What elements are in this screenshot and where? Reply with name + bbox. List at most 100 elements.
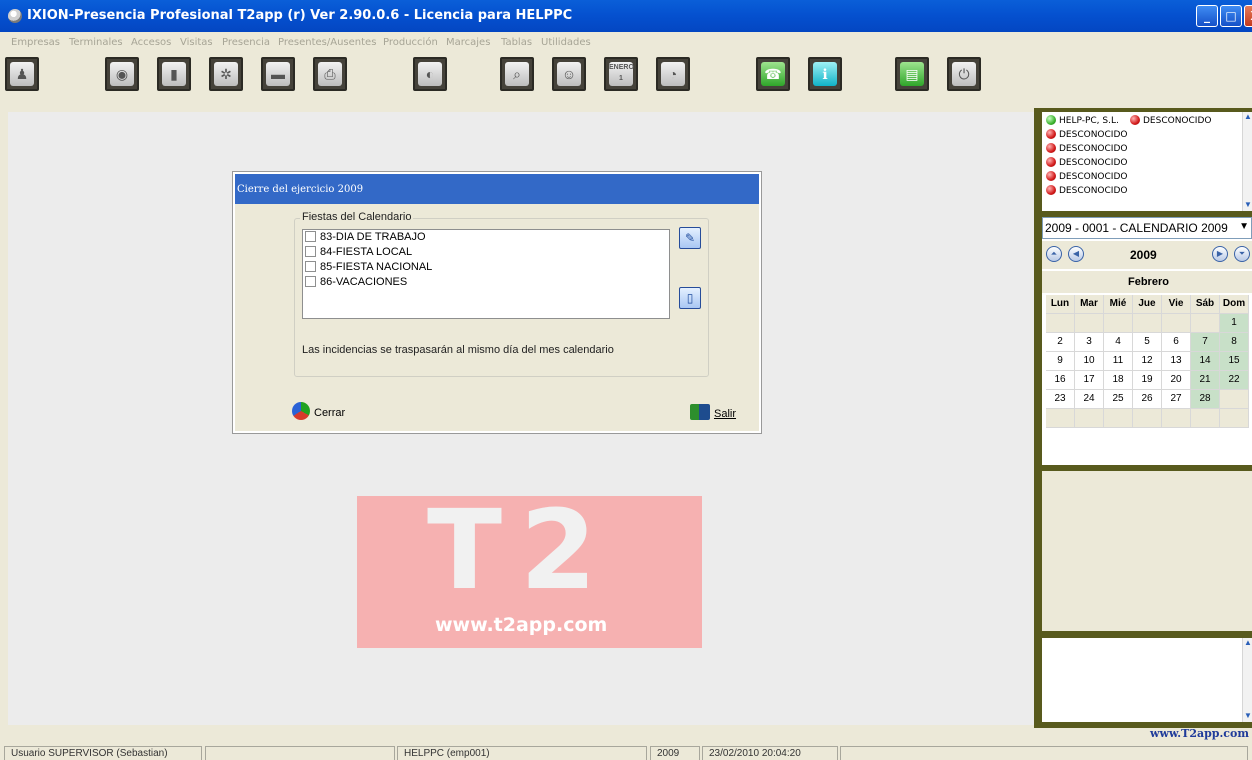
print-button[interactable]: ⎙ bbox=[313, 57, 347, 91]
maximize-button[interactable]: □ bbox=[1220, 5, 1242, 27]
new-button[interactable]: ▯ bbox=[679, 287, 701, 309]
checkbox[interactable] bbox=[305, 276, 316, 287]
scroll-down-icon[interactable]: ▼ bbox=[1243, 711, 1252, 721]
calendar-day[interactable]: 1 bbox=[1220, 314, 1249, 333]
card-reader-button[interactable]: ▬ bbox=[261, 57, 295, 91]
calendar-day[interactable]: 5 bbox=[1133, 333, 1162, 352]
badge-button[interactable]: ▮ bbox=[157, 57, 191, 91]
scroll-up-icon[interactable]: ▲ bbox=[1243, 112, 1252, 122]
calendar-day[interactable]: 23 bbox=[1046, 390, 1075, 409]
calendar-day[interactable]: 14 bbox=[1191, 352, 1220, 371]
calendar-empty-cell[interactable] bbox=[1133, 409, 1162, 428]
menu-terminales[interactable]: Terminales bbox=[69, 37, 123, 48]
company-row[interactable]: DESCONOCIDO bbox=[1046, 185, 1127, 196]
company-row[interactable]: DESCONOCIDO bbox=[1046, 157, 1127, 168]
minimize-button[interactable]: _ bbox=[1196, 5, 1218, 27]
checkbox[interactable] bbox=[305, 246, 316, 257]
next-year-icon[interactable]: ▶ bbox=[1212, 246, 1228, 262]
calendar-day[interactable]: 11 bbox=[1104, 352, 1133, 371]
calendar-empty-cell[interactable] bbox=[1133, 314, 1162, 333]
settings-button[interactable]: ✲ bbox=[209, 57, 243, 91]
calendar-day[interactable]: 16 bbox=[1046, 371, 1075, 390]
phone-button[interactable]: ☎ bbox=[756, 57, 790, 91]
person-button[interactable]: ☺ bbox=[552, 57, 586, 91]
checkbox[interactable] bbox=[305, 231, 316, 242]
menu-tablas[interactable]: Tablas bbox=[501, 37, 532, 48]
sheet-button[interactable]: ▤ bbox=[895, 57, 929, 91]
calendar-day[interactable]: 8 bbox=[1220, 333, 1249, 352]
salir-button[interactable]: Salir bbox=[690, 404, 736, 420]
calendar-day[interactable]: 13 bbox=[1162, 352, 1191, 371]
list-item[interactable]: 83-DIA DE TRABAJO bbox=[305, 231, 426, 245]
menu-utilidades[interactable]: Utilidades bbox=[541, 37, 591, 48]
calendar-empty-cell[interactable] bbox=[1075, 314, 1104, 333]
menu-accesos[interactable]: Accesos bbox=[131, 37, 171, 48]
calendar-day[interactable]: 10 bbox=[1075, 352, 1104, 371]
menu-produccion[interactable]: Producción bbox=[383, 37, 438, 48]
calendar-day[interactable]: 21 bbox=[1191, 371, 1220, 390]
compass-button[interactable]: ◐ bbox=[413, 57, 447, 91]
list-item[interactable]: 84-FIESTA LOCAL bbox=[305, 246, 412, 260]
calendar-select[interactable]: 2009 - 0001 - CALENDARIO 2009 ▼ bbox=[1042, 217, 1252, 239]
chevron-down-icon[interactable]: ▼ bbox=[1239, 221, 1249, 232]
menu-visitas[interactable]: Visitas bbox=[180, 37, 213, 48]
menu-empresas[interactable]: Empresas bbox=[11, 37, 60, 48]
calendar-day[interactable]: 27 bbox=[1162, 390, 1191, 409]
company-row[interactable]: DESCONOCIDO bbox=[1130, 115, 1211, 126]
calendar-empty-cell[interactable] bbox=[1220, 390, 1249, 409]
edit-button[interactable]: ✎ bbox=[679, 227, 701, 249]
calendar-day[interactable]: 15 bbox=[1220, 352, 1249, 371]
menu-presencia[interactable]: Presencia bbox=[222, 37, 270, 48]
list-item[interactable]: 86-VACACIONES bbox=[305, 276, 407, 290]
first-year-icon[interactable]: ⏶ bbox=[1046, 246, 1062, 262]
calendar-empty-cell[interactable] bbox=[1191, 409, 1220, 428]
calendar-day[interactable]: 28 bbox=[1191, 390, 1220, 409]
calendar-empty-cell[interactable] bbox=[1162, 314, 1191, 333]
calendar-empty-cell[interactable] bbox=[1162, 409, 1191, 428]
calendar-empty-cell[interactable] bbox=[1046, 409, 1075, 428]
calendar-empty-cell[interactable] bbox=[1191, 314, 1220, 333]
company-scrollbar[interactable]: ▲ ▼ bbox=[1242, 112, 1252, 211]
holiday-list[interactable]: 83-DIA DE TRABAJO 84-FIESTA LOCAL 85-FIE… bbox=[302, 229, 670, 319]
calendar-day[interactable]: 17 bbox=[1075, 371, 1104, 390]
cerrar-button[interactable]: Cerrar bbox=[292, 402, 345, 422]
last-year-icon[interactable]: ⏷ bbox=[1234, 246, 1250, 262]
calendar-day[interactable]: 2 bbox=[1046, 333, 1075, 352]
calendar-day[interactable]: 19 bbox=[1133, 371, 1162, 390]
calendar-day[interactable]: 4 bbox=[1104, 333, 1133, 352]
calendar-empty-cell[interactable] bbox=[1104, 314, 1133, 333]
calendar-day[interactable]: 20 bbox=[1162, 371, 1191, 390]
calendar-day[interactable]: 6 bbox=[1162, 333, 1191, 352]
calendar-day[interactable]: 12 bbox=[1133, 352, 1162, 371]
scroll-down-icon[interactable]: ▼ bbox=[1243, 200, 1252, 210]
website-link[interactable]: www.T2app.com bbox=[1150, 727, 1249, 740]
calendar-button[interactable]: ENERO 1 bbox=[604, 57, 638, 91]
company-row[interactable]: DESCONOCIDO bbox=[1046, 171, 1127, 182]
calendar-day[interactable]: 24 bbox=[1075, 390, 1104, 409]
calendar-empty-cell[interactable] bbox=[1046, 314, 1075, 333]
calendar-empty-cell[interactable] bbox=[1220, 409, 1249, 428]
calendar-day[interactable]: 18 bbox=[1104, 371, 1133, 390]
calendar-empty-cell[interactable] bbox=[1104, 409, 1133, 428]
close-button[interactable]: X bbox=[1244, 5, 1252, 27]
notes-box[interactable]: ▲ ▼ bbox=[1042, 638, 1252, 722]
menu-presentes-ausentes[interactable]: Presentes/Ausentes bbox=[278, 37, 376, 48]
company-row[interactable]: DESCONOCIDO bbox=[1046, 129, 1127, 140]
calendar-day[interactable]: 25 bbox=[1104, 390, 1133, 409]
disc-button[interactable]: ◉ bbox=[105, 57, 139, 91]
calendar-day[interactable]: 22 bbox=[1220, 371, 1249, 390]
calendar-day[interactable]: 3 bbox=[1075, 333, 1104, 352]
calendar-day[interactable]: 9 bbox=[1046, 352, 1075, 371]
calendar-empty-cell[interactable] bbox=[1075, 409, 1104, 428]
calendar-day[interactable]: 26 bbox=[1133, 390, 1162, 409]
calendar-day[interactable]: 7 bbox=[1191, 333, 1220, 352]
info-button[interactable]: ℹ bbox=[808, 57, 842, 91]
notes-scrollbar[interactable]: ▲ ▼ bbox=[1242, 638, 1252, 722]
menu-marcajes[interactable]: Marcajes bbox=[446, 37, 490, 48]
company-row[interactable]: HELP-PC, S.L. bbox=[1046, 115, 1119, 126]
company-row[interactable]: DESCONOCIDO bbox=[1046, 143, 1127, 154]
power-button[interactable]: ⏻ bbox=[947, 57, 981, 91]
users-button[interactable]: ♟ bbox=[5, 57, 39, 91]
document-search-button[interactable]: ⌕ bbox=[500, 57, 534, 91]
company-list[interactable]: HELP-PC, S.L. DESCONOCIDO DESCONOCIDO DE… bbox=[1042, 112, 1252, 211]
